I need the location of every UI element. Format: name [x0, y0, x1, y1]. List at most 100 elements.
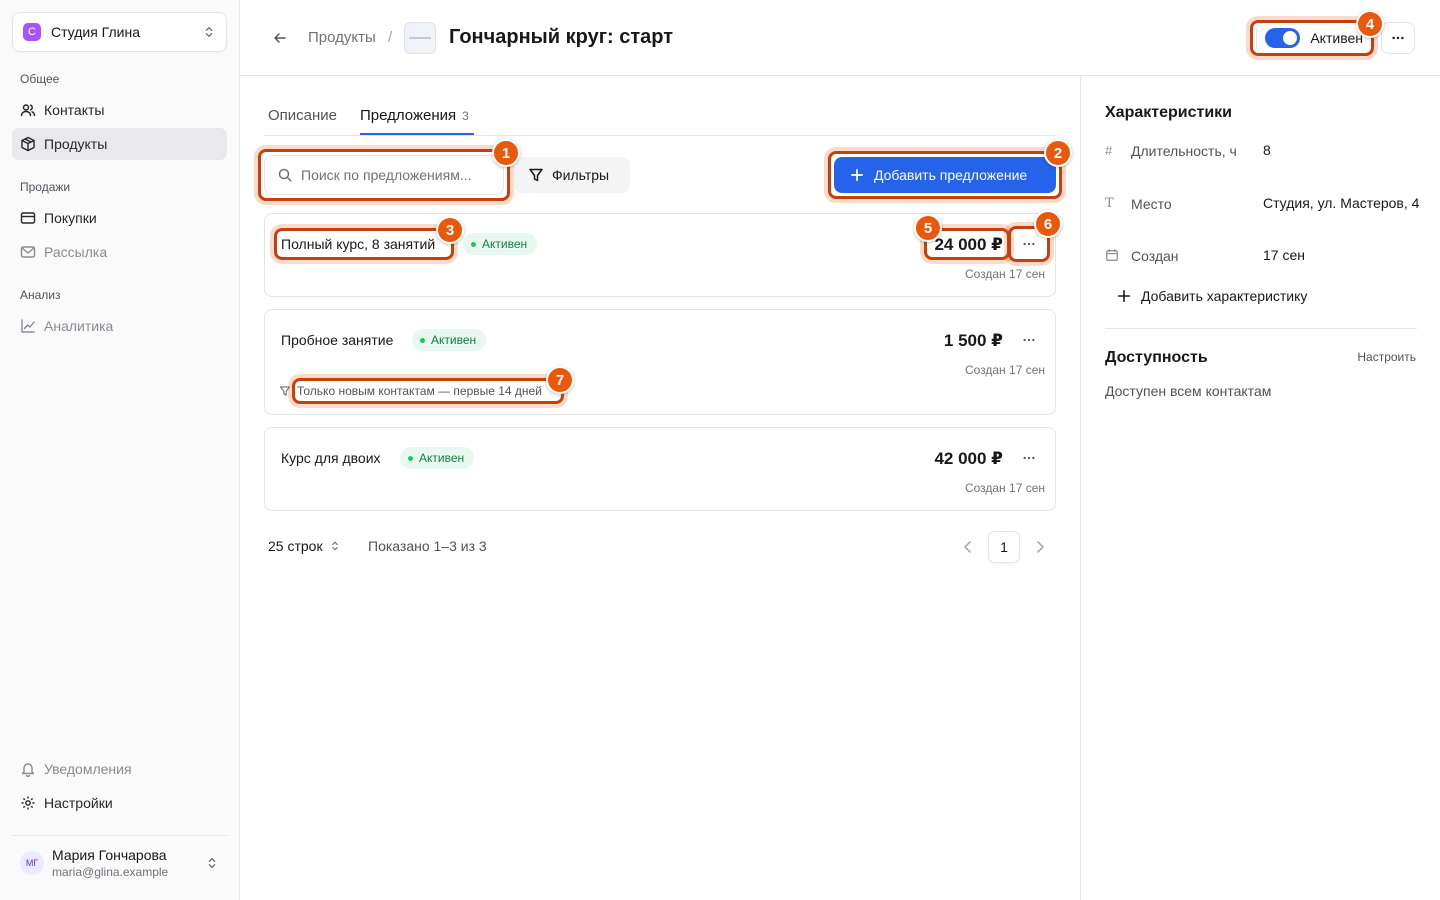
prop-value[interactable]: Студия, ул. Мастеров, 4	[1263, 193, 1423, 213]
sidebar-item-label: Продукты	[44, 136, 108, 152]
sidebar-item-label: Рассылка	[44, 244, 108, 260]
add-property-button[interactable]: Добавить характеристику	[1117, 288, 1307, 304]
sidebar-item-settings[interactable]: Настройки	[12, 787, 227, 819]
pagination-summary: Показано 1–3 из 3	[368, 538, 487, 554]
page-button-1[interactable]: 1	[988, 531, 1020, 563]
product-thumbnail	[404, 22, 436, 54]
sidebar-item-products[interactable]: Продукты	[12, 128, 227, 160]
chevron-right-icon[interactable]	[1032, 539, 1048, 555]
prop-label: Длительность, ч	[1131, 143, 1237, 159]
tab-label: Предложения	[360, 107, 457, 124]
sidebar-item-mailing[interactable]: Рассылка	[12, 236, 227, 268]
section-label-general: Общее	[20, 72, 60, 86]
chevron-updown-icon	[331, 541, 338, 551]
box-icon	[21, 136, 35, 152]
add-offer-button[interactable]: Добавить предложение	[834, 157, 1056, 193]
restriction-text: Только новым контактам — первые 14 дней	[297, 384, 542, 398]
tab-active-indicator	[360, 133, 474, 135]
more-horizontal-icon	[1392, 36, 1404, 40]
avatar: МГ	[20, 850, 44, 875]
more-actions-button[interactable]	[1381, 22, 1415, 54]
offer-more-button[interactable]	[1017, 328, 1041, 352]
offer-name[interactable]: Полный курс, 8 занятий	[281, 236, 435, 252]
offer-created: Создан 17 сен	[964, 363, 1045, 377]
page-title: Гончарный круг: старт	[449, 26, 674, 48]
offer-name[interactable]: Пробное занятие	[281, 332, 393, 348]
availability-title: Доступность	[1105, 349, 1208, 366]
user-name: Мария Гончарова	[52, 846, 167, 863]
user-info: Мария Гончарова maria@glina.example	[52, 847, 205, 879]
breadcrumb-products[interactable]: Продукты	[308, 29, 376, 46]
sidebar-item-label: Аналитика	[44, 318, 114, 334]
offer-price: 24 000 ₽	[934, 235, 1003, 254]
status-badge: Активен	[412, 329, 487, 351]
details-panel: Характеристики # Длительность, ч 8 T Мес…	[1080, 76, 1440, 900]
chevron-updown-icon	[208, 857, 216, 868]
availability-text: Доступен всем контактам	[1105, 383, 1272, 399]
filters-label: Фильтры	[552, 167, 610, 183]
annotation-marker-6: 6	[1034, 210, 1062, 238]
annotation-marker-3: 3	[436, 216, 464, 244]
tab-description[interactable]: Описание	[268, 107, 337, 124]
users-icon	[20, 104, 36, 117]
plus-icon	[1117, 289, 1131, 303]
offer-price: 42 000 ₽	[934, 449, 1003, 468]
offer-name[interactable]: Курс для двоих	[281, 450, 381, 466]
chevron-updown-icon	[205, 26, 213, 38]
sidebar-item-purchases[interactable]: Покупки	[12, 202, 227, 234]
annotation-marker-1: 1	[492, 139, 520, 167]
offer-more-button[interactable]	[1017, 232, 1041, 256]
status-toggle[interactable]: Активен	[1256, 22, 1372, 54]
offer-more-button[interactable]	[1017, 446, 1041, 470]
text-type-icon: T	[1105, 196, 1114, 211]
workspace-switcher[interactable]: С Студия Глина	[12, 12, 227, 52]
page-header: Продукты / Гончарный круг: старт Активен	[240, 0, 1440, 76]
prop-value[interactable]: 8	[1263, 140, 1423, 160]
filter-icon	[279, 386, 291, 396]
filters-button[interactable]: Фильтры	[514, 157, 630, 193]
mail-icon	[20, 246, 36, 258]
rows-label: 25 строк	[268, 538, 323, 554]
more-horizontal-icon	[1023, 456, 1035, 460]
sidebar-item-analytics[interactable]: Аналитика	[12, 310, 227, 342]
arrow-left-icon[interactable]	[272, 30, 288, 46]
prop-value[interactable]: 17 сен	[1263, 245, 1423, 265]
search-box[interactable]	[264, 155, 504, 195]
toggle-switch[interactable]	[1265, 28, 1301, 48]
section-label-analysis: Анализ	[20, 288, 61, 302]
sidebar-item-label: Настройки	[44, 795, 113, 811]
annotation-marker-7: 7	[546, 366, 574, 394]
sidebar-item-contacts[interactable]: Контакты	[12, 94, 227, 126]
workspace-logo: С	[23, 23, 41, 41]
user-menu[interactable]: МГ Мария Гончарова maria@glina.example	[12, 835, 227, 889]
status-badge: Активен	[400, 447, 475, 469]
sidebar-item-notifications[interactable]: Уведомления	[12, 753, 227, 785]
offer-restriction[interactable]: Только новым контактам — первые 14 дней	[279, 384, 542, 398]
status-label: Активен	[1310, 30, 1363, 46]
tab-label: Описание	[268, 107, 338, 124]
chevron-left-icon[interactable]	[960, 539, 976, 555]
annotation-marker-2: 2	[1044, 139, 1072, 167]
rows-per-page-select[interactable]: 25 строк	[268, 538, 341, 554]
sidebar-item-label: Покупки	[44, 210, 97, 226]
search-icon	[278, 168, 292, 182]
filter-icon	[529, 168, 543, 182]
tab-count: 3	[462, 109, 469, 123]
tabs: Описание Предложения 3	[264, 76, 1056, 136]
search-input[interactable]	[301, 167, 491, 183]
sidebar: С Студия Глина Общее Контакты Продукты П…	[0, 0, 240, 900]
bell-icon	[21, 763, 35, 777]
status-badge: Активен	[463, 233, 538, 255]
offer-card[interactable]: Курс для двоих Активен 42 000 ₽ Создан 1…	[264, 427, 1056, 511]
breadcrumb-separator: /	[388, 29, 393, 46]
prop-label: Место	[1131, 196, 1172, 212]
section-label-sales: Продажи	[20, 180, 71, 194]
annotation-marker-5: 5	[914, 214, 942, 242]
offer-card[interactable]: Пробное занятие Активен 1 500 ₽ Создан 1…	[264, 309, 1056, 415]
hash-icon: #	[1105, 143, 1113, 158]
offer-created: Создан 17 сен	[964, 267, 1045, 281]
plus-icon	[850, 168, 864, 182]
more-horizontal-icon	[1023, 338, 1035, 342]
tab-offers[interactable]: Предложения 3	[360, 107, 469, 124]
configure-link[interactable]: Настроить	[1357, 350, 1416, 364]
